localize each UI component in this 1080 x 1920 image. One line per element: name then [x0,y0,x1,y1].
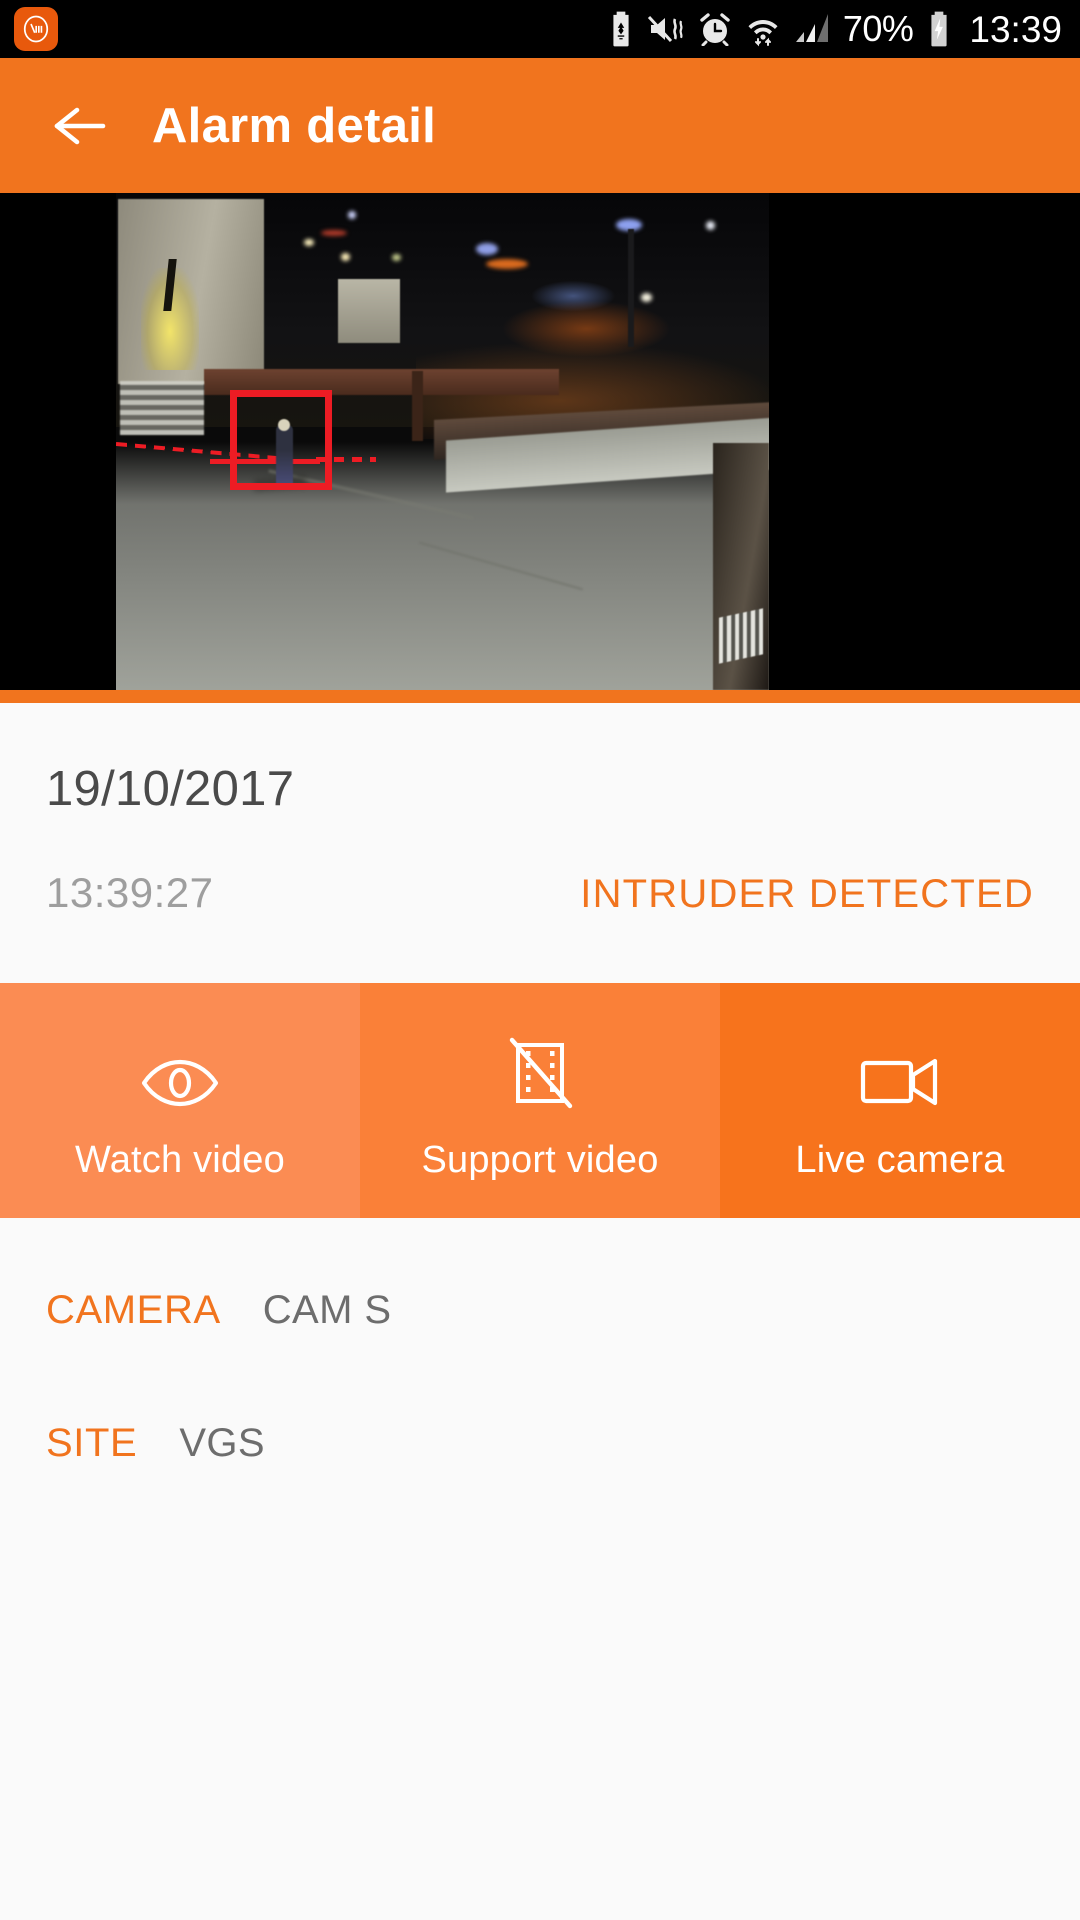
scene-light [304,239,314,246]
scene-light [486,259,528,269]
status-bar: 70% 13:39 [0,0,1080,58]
eye-icon [138,1019,222,1111]
scene-light [348,211,356,219]
camera-row: CAMERA CAM S [46,1218,1034,1333]
snapshot-frame [116,193,769,690]
scene-light [341,253,350,261]
scene-light [476,243,498,255]
action-tiles: Watch video Support video Live camera [0,983,1080,1218]
scene-grate [719,608,763,664]
page-title: Alarm detail [152,98,437,153]
wifi-icon [745,11,781,47]
status-bar-icons: 70% 13:39 [608,10,1062,48]
alarm-info-section: 19/10/2017 13:39:27 INTRUDER DETECTED [0,703,1080,983]
alarm-status-label: INTRUDER DETECTED [580,872,1034,916]
watch-video-label: Watch video [75,1139,285,1181]
scene-fence-post [412,371,423,441]
app-bar: Alarm detail [0,58,1080,193]
scene-pallets [120,381,204,435]
alarm-snapshot[interactable] [0,193,1080,690]
support-video-label: Support video [421,1139,659,1181]
site-row: SITE VGS [46,1333,1034,1466]
time-status-row: 13:39:27 INTRUDER DETECTED [46,817,1034,983]
cellular-signal-icon [794,12,830,46]
detection-bounding-box [230,390,332,490]
alarm-clock-icon [698,12,732,46]
support-video-button[interactable]: Support video [360,983,720,1218]
scene-pole [628,229,634,347]
battery-charging-icon [926,10,952,48]
alarm-detail-screen: 70% 13:39 Alarm detail 19/10/2017 13:39:… [0,0,1080,1920]
orange-divider [0,690,1080,703]
date-row: 19/10/2017 [46,703,1034,817]
status-bar-clock: 13:39 [969,8,1062,50]
arrow-left-icon [54,107,106,144]
alarm-date: 19/10/2017 [46,762,295,816]
alarm-meta-section: CAMERA CAM S SITE VGS [0,1218,1080,1466]
camera-label: CAMERA [46,1288,221,1332]
scene-ground-overlay [116,441,769,690]
back-button[interactable] [46,94,110,158]
mi-logo-icon [14,7,58,51]
scene-kiosk [338,279,400,343]
scene-light [641,293,652,302]
volume-mute-vibrate-icon [647,12,685,46]
scene-light [392,254,401,261]
site-value: VGS [179,1421,265,1465]
live-camera-button[interactable]: Live camera [720,983,1080,1218]
scene-light [321,230,347,236]
live-camera-label: Live camera [795,1139,1005,1181]
scene-light [706,221,715,230]
video-camera-icon [857,1019,943,1111]
film-slashed-icon [502,1019,578,1111]
battery-percent-label: 70% [842,8,914,49]
site-label: SITE [46,1421,138,1465]
camera-value: CAM S [262,1288,392,1332]
battery-saver-icon [608,10,634,48]
watch-video-button[interactable]: Watch video [0,983,360,1218]
alarm-time: 13:39:27 [46,869,214,916]
